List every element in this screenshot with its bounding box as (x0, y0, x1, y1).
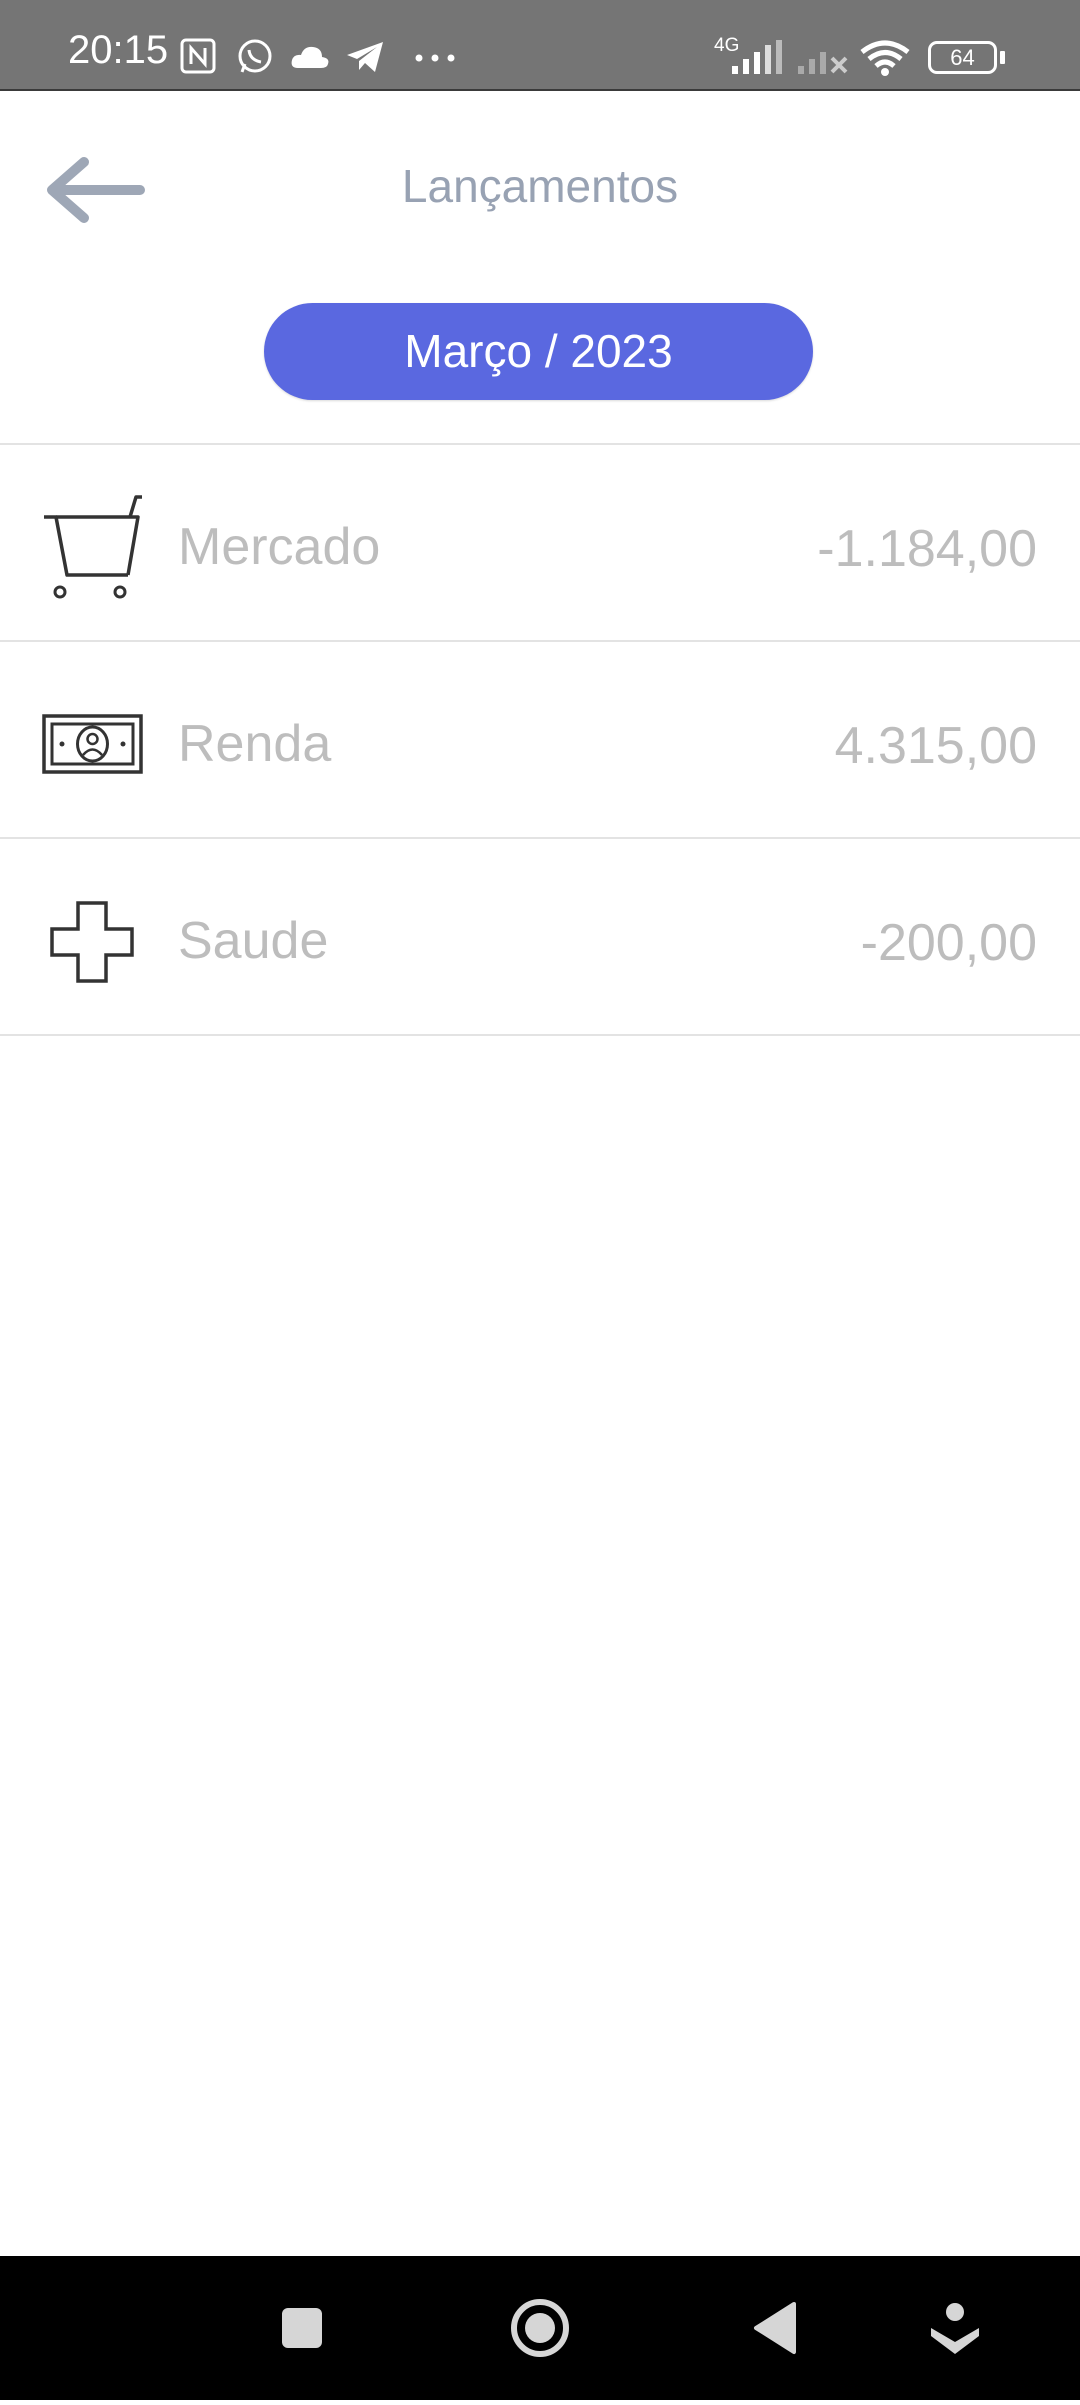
cloud-icon (291, 46, 329, 68)
entry-amount: -1.184,00 (817, 520, 1037, 578)
page-title: Lançamentos (401, 160, 679, 212)
back-triangle-icon (754, 2302, 796, 2354)
shopping-cart-icon (44, 495, 142, 599)
home-circle-icon (511, 2299, 569, 2357)
list-item[interactable]: Saude -200,00 (0, 839, 1080, 1036)
battery-icon: 64 (928, 41, 997, 74)
assistant-icon (931, 2303, 979, 2354)
status-time: 20:15 (68, 28, 169, 72)
back-nav-button[interactable] (718, 2256, 838, 2400)
signal-icon (732, 40, 782, 74)
telegram-icon (347, 42, 383, 72)
battery-tip (1000, 51, 1005, 64)
entry-amount: 4.315,00 (834, 717, 1037, 775)
entry-amount: -200,00 (860, 914, 1037, 972)
list-item[interactable]: Mercado -1.184,00 (0, 445, 1080, 642)
month-selector-button[interactable]: Março / 2023 (264, 303, 813, 400)
wifi-icon (860, 40, 910, 76)
signal-off-icon (798, 52, 848, 74)
nfc-icon (180, 38, 216, 74)
list-item[interactable]: Renda 4.315,00 (0, 642, 1080, 839)
entry-category-label: Renda (178, 715, 332, 773)
entry-category-label: Mercado (178, 518, 381, 576)
status-bar: 20:15 4G 64 (0, 0, 1080, 91)
whatsapp-icon (238, 39, 272, 73)
banknote-icon (42, 714, 143, 774)
recents-button[interactable] (242, 2256, 362, 2400)
recents-square-icon (282, 2308, 322, 2348)
more-dots-icon (415, 54, 455, 62)
assistant-button[interactable] (895, 2256, 1015, 2400)
system-navigation-bar (0, 2256, 1080, 2400)
health-cross-icon (50, 901, 134, 983)
home-button[interactable] (480, 2256, 600, 2400)
entry-category-label: Saude (178, 912, 329, 970)
